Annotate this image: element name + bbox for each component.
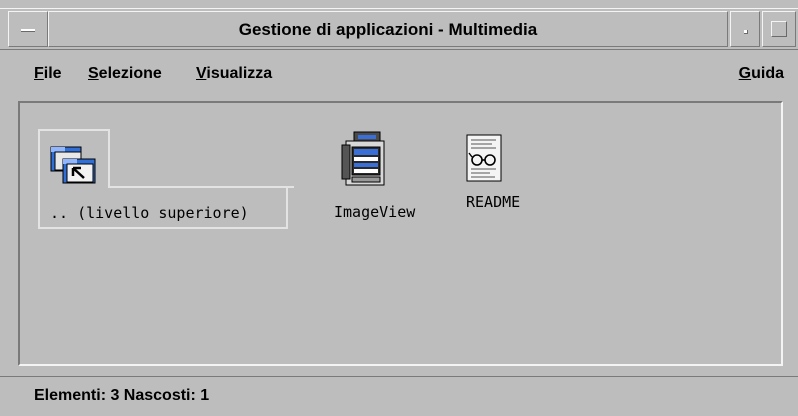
menu-file-mnemonic: F bbox=[34, 65, 44, 82]
minimize-button[interactable] bbox=[730, 11, 760, 47]
readme-item[interactable]: README bbox=[466, 131, 546, 231]
selection-outline-notch bbox=[108, 129, 294, 188]
parent-folder-item[interactable]: .. (livello superiore) bbox=[38, 129, 294, 229]
menu-visualizza-mnemonic: V bbox=[196, 65, 207, 82]
parent-folder-icon bbox=[50, 146, 96, 184]
imageview-label: ImageView bbox=[334, 203, 416, 221]
window-menu-button[interactable] bbox=[8, 11, 48, 47]
menu-guida[interactable]: Guida bbox=[739, 65, 784, 83]
menu-guida-mnemonic: G bbox=[738, 65, 752, 82]
status-bar: Elementi: 3 Nascosti: 1 bbox=[0, 376, 798, 416]
parent-folder-label: .. (livello superiore) bbox=[50, 204, 249, 222]
minimize-icon bbox=[744, 30, 748, 34]
title-bar[interactable]: Gestione di applicazioni - Multimedia bbox=[0, 8, 798, 50]
menu-selezione-mnemonic: S bbox=[88, 65, 99, 82]
readme-label: README bbox=[466, 193, 521, 211]
maximize-button[interactable] bbox=[762, 11, 796, 47]
window-menu-icon bbox=[21, 29, 35, 32]
menu-selezione-label: elezione bbox=[98, 65, 162, 82]
menu-guida-label: uida bbox=[751, 65, 784, 82]
menu-selezione[interactable]: Selezione bbox=[88, 65, 162, 83]
menu-file[interactable]: File bbox=[34, 65, 62, 83]
maximize-icon bbox=[771, 21, 787, 37]
image-viewer-icon bbox=[341, 131, 385, 186]
file-view-area[interactable]: .. (livello superiore) ImageView README bbox=[18, 101, 783, 366]
readme-document-icon bbox=[466, 134, 502, 182]
menu-bar: File Selezione Visualizza Guida bbox=[0, 52, 798, 96]
imageview-item[interactable]: ImageView bbox=[332, 131, 442, 231]
window-title: Gestione di applicazioni - Multimedia bbox=[48, 11, 728, 47]
menu-file-label: ile bbox=[43, 65, 62, 82]
status-text: Elementi: 3 Nascosti: 1 bbox=[34, 387, 210, 404]
app-manager-window: Gestione di applicazioni - Multimedia Fi… bbox=[0, 0, 798, 416]
menu-visualizza[interactable]: Visualizza bbox=[196, 65, 272, 83]
menu-visualizza-label: isualizza bbox=[206, 65, 273, 82]
